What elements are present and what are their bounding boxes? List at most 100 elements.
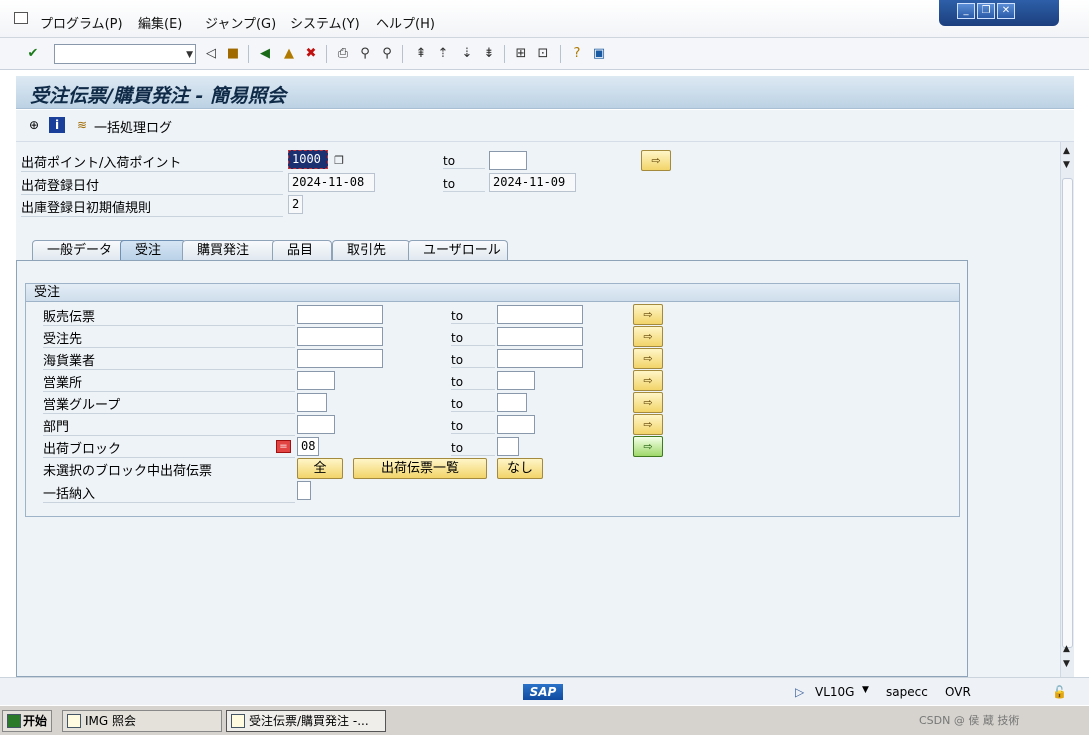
app-menu-icon[interactable] — [14, 12, 28, 24]
scroll-up-icon[interactable]: ▲ — [1063, 146, 1070, 156]
find-icon[interactable]: ⚲ — [356, 45, 374, 63]
info-icon[interactable]: i — [49, 117, 65, 133]
tab-sales-order[interactable]: 受注 — [120, 240, 186, 261]
print-icon[interactable]: ⎙ — [334, 45, 352, 63]
reg-date-from-input[interactable]: 2024-11-08 — [288, 173, 375, 192]
tab-purchase-order[interactable]: 購買発注 — [182, 240, 276, 261]
start-button[interactable]: 开始 — [2, 710, 52, 732]
unselected-blocked-label: 未選択のブロック中出荷伝票 — [43, 464, 213, 479]
prev-page-icon[interactable]: ⇡ — [434, 45, 452, 63]
separator — [248, 45, 249, 63]
separator — [402, 45, 403, 63]
status-expand-icon[interactable]: ▷ — [795, 685, 804, 699]
next-page-icon[interactable]: ⇣ — [458, 45, 476, 63]
sales-office-label: 営業所 — [43, 372, 295, 392]
separator — [326, 45, 327, 63]
sales-office-to-input[interactable] — [497, 371, 535, 390]
tab-material[interactable]: 品目 — [272, 240, 332, 261]
multiple-selection-button[interactable]: ⇨ — [641, 150, 671, 171]
sold-to-label: 受注先 — [43, 328, 295, 348]
menu-program[interactable]: プログラム(P) — [40, 13, 123, 32]
forwarder-multi-button[interactable]: ⇨ — [633, 348, 663, 369]
division-multi-button[interactable]: ⇨ — [633, 414, 663, 435]
division-to-input[interactable] — [497, 415, 535, 434]
sold-to-to-input[interactable] — [497, 327, 583, 346]
vertical-scrollbar[interactable]: ▲ ▼ ▲ ▼ — [1060, 142, 1074, 677]
window-controls: _ ❐ ✕ — [939, 0, 1059, 26]
menu-jump[interactable]: ジャンプ(G) — [205, 13, 276, 32]
back-icon[interactable]: ◀ — [256, 45, 274, 63]
menu-help[interactable]: ヘルプ(H) — [376, 13, 435, 32]
multiple-selection-icon[interactable]: ❐ — [330, 152, 348, 170]
shipping-point-label: 出荷ポイント/入荷ポイント — [21, 152, 283, 172]
lock-icon[interactable]: 🔓 — [1052, 685, 1067, 699]
sold-to-from-input[interactable] — [297, 327, 383, 346]
tab-partner[interactable]: 取引先 — [332, 240, 410, 261]
chevron-down-icon[interactable]: ▼ — [186, 50, 193, 60]
taskbar-item-img[interactable]: IMG 照会 — [62, 710, 222, 732]
windows-taskbar: 开始 IMG 照会 受注伝票/購買発注 -... CSDN @ 侯 蔵 技術 — [0, 705, 1089, 735]
delivery-list-button[interactable]: 出荷伝票一覧 — [353, 458, 487, 479]
sales-doc-multi-button[interactable]: ⇨ — [633, 304, 663, 325]
layout-icon[interactable]: ▣ — [590, 45, 608, 63]
batch-log-icon[interactable]: ≋ — [74, 117, 90, 133]
minimize-icon[interactable]: _ — [957, 3, 975, 19]
batch-log-button[interactable]: 一括処理ログ — [94, 117, 172, 136]
delivery-block-to-input[interactable] — [497, 437, 519, 456]
first-page-icon[interactable]: ⇞ — [412, 45, 430, 63]
find-next-icon[interactable]: ⚲ — [378, 45, 396, 63]
cancel-icon[interactable]: ✖ — [302, 45, 320, 63]
back-triangle-icon[interactable]: ◁ — [202, 45, 220, 63]
to-label: to — [451, 309, 495, 324]
delivery-block-multi-button[interactable]: ⇨ — [633, 436, 663, 457]
sales-doc-from-input[interactable] — [297, 305, 383, 324]
reg-date-label: 出荷登録日付 — [21, 175, 283, 195]
chevron-down-icon[interactable]: ▼ — [862, 685, 869, 695]
forwarder-from-input[interactable] — [297, 349, 383, 368]
sales-office-multi-button[interactable]: ⇨ — [633, 370, 663, 391]
shipping-point-to-input[interactable] — [489, 151, 527, 170]
delivery-block-from-input[interactable]: 08 — [297, 437, 319, 456]
sales-group-from-input[interactable] — [297, 393, 327, 412]
save-icon[interactable]: ■ — [224, 45, 242, 63]
scroll-up-icon[interactable]: ▼ — [1063, 160, 1070, 170]
sales-doc-label: 販売伝票 — [43, 306, 295, 326]
scroll-down-icon[interactable]: ▼ — [1063, 659, 1070, 669]
collective-delivery-checkbox[interactable] — [297, 481, 311, 500]
last-page-icon[interactable]: ⇟ — [480, 45, 498, 63]
scroll-down-icon[interactable]: ▲ — [1063, 644, 1070, 654]
exit-icon[interactable]: ▲ — [280, 45, 298, 63]
menu-edit[interactable]: 編集(E) — [138, 13, 182, 32]
tab-general-data[interactable]: 一般データ — [32, 240, 132, 261]
equal-option-icon[interactable]: = — [276, 440, 291, 453]
shortcut-icon[interactable]: ⊡ — [534, 45, 552, 63]
sap-window-icon — [67, 714, 81, 728]
shipping-point-input[interactable]: 1000 — [288, 150, 328, 169]
init-rule-input[interactable]: 2 — [288, 195, 303, 214]
reg-date-to-input[interactable]: 2024-11-09 — [489, 173, 576, 192]
taskbar-item-active[interactable]: 受注伝票/購買発注 -... — [226, 710, 386, 732]
sales-doc-to-input[interactable] — [497, 305, 583, 324]
execute-icon[interactable]: ⊕ — [26, 117, 42, 133]
title-bar: 受注伝票/購買発注 - 簡易照会 — [16, 76, 1074, 109]
menu-system[interactable]: システム(Y) — [290, 13, 360, 32]
group-title: 受注 — [26, 284, 959, 302]
division-from-input[interactable] — [297, 415, 335, 434]
scroll-thumb[interactable] — [1062, 178, 1073, 648]
help-icon[interactable]: ? — [568, 45, 586, 63]
forwarder-to-input[interactable] — [497, 349, 583, 368]
collective-delivery-label: 一括納入 — [43, 483, 295, 503]
sales-office-from-input[interactable] — [297, 371, 335, 390]
new-session-icon[interactable]: ⊞ — [512, 45, 530, 63]
all-button[interactable]: 全 — [297, 458, 343, 479]
sold-to-multi-button[interactable]: ⇨ — [633, 326, 663, 347]
close-icon[interactable]: ✕ — [997, 3, 1015, 19]
command-field[interactable]: ▼ — [54, 44, 196, 64]
tab-user-role[interactable]: ユーザロール — [408, 240, 508, 261]
start-label: 开始 — [23, 714, 48, 728]
none-button[interactable]: なし — [497, 458, 543, 479]
restore-icon[interactable]: ❐ — [977, 3, 995, 19]
sales-group-multi-button[interactable]: ⇨ — [633, 392, 663, 413]
sales-group-to-input[interactable] — [497, 393, 527, 412]
enter-check-icon[interactable]: ✔ — [24, 45, 42, 63]
